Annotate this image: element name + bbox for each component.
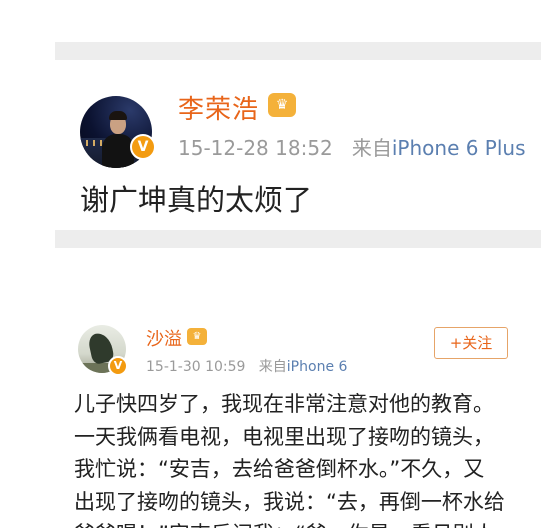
source-device-link[interactable]: iPhone 6 Plus <box>392 136 526 160</box>
source-prefix: 来自 <box>351 136 392 160</box>
verified-badge-icon: V <box>130 134 156 160</box>
source-device-link[interactable]: iPhone 6 <box>287 359 348 375</box>
post-text-line: 一天我俩看电视，电视里出现了接吻的镜头， <box>74 424 494 449</box>
post-text: 谢广坤真的太烦了 <box>80 183 313 217</box>
verified-badge-icon: V <box>108 356 128 376</box>
timestamp: 15-12-28 18:52 <box>178 136 333 160</box>
post-meta: 15-1-30 10:59 来自iPhone 6 <box>146 356 347 376</box>
post-text-line: 儿子快四岁了，我现在非常注意对他的教育。 <box>74 392 494 416</box>
post-text-line: 出现了接吻的镜头，我说：“去，再倒一杯水给 <box>74 489 505 514</box>
follow-button[interactable]: +关注 <box>434 327 508 359</box>
crown-member-icon: ♛ <box>187 328 207 345</box>
post-meta: 15-12-28 18:52 来自iPhone 6 Plus <box>178 132 526 161</box>
username[interactable]: 李荣浩 <box>178 89 259 126</box>
post-text-line: 爸爸喝！”安吉反问我：“爸，你是一看见别人 <box>74 518 524 528</box>
crown-member-icon: ♛ <box>268 93 296 117</box>
separator-middle <box>55 230 541 248</box>
source-prefix: 来自 <box>258 359 287 375</box>
timestamp: 15-1-30 10:59 <box>146 359 246 375</box>
username[interactable]: 沙溢 <box>146 325 182 351</box>
post-text: 儿子快四岁了，我现在非常注意对他的教育。 一天我俩看电视，电视里出现了接吻的镜头… <box>74 388 524 528</box>
weibo-screenshot: V 李荣浩 ♛ 15-12-28 18:52 来自iPhone 6 Plus 谢… <box>0 0 550 528</box>
separator-top <box>55 42 541 60</box>
post-text-line: 我忙说：“安吉，去给爸爸倒杯水。”不久，又 <box>74 457 485 481</box>
